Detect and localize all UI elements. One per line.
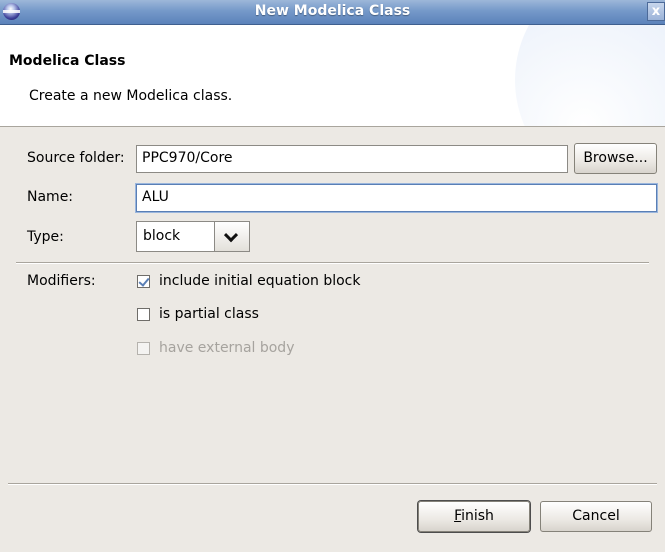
type-select[interactable]: block [136,221,250,252]
is-partial-class-label: is partial class [159,306,259,322]
title-bar[interactable]: New Modelica Class x [0,0,665,25]
source-folder-input[interactable]: PPC970/Core [136,145,568,173]
wizard-banner: Modelica Class Create a new Modelica cla… [0,25,665,127]
separator [16,262,649,264]
include-initial-equation-checkbox[interactable] [137,275,150,288]
finish-button[interactable]: Finish [418,501,530,532]
name-input[interactable]: ALU [136,184,657,212]
new-modelica-class-dialog: New Modelica Class x Modelica Class Crea… [0,0,665,552]
type-select-value: block [143,228,181,244]
browse-button[interactable]: Browse... [574,143,657,174]
cancel-button[interactable]: Cancel [540,501,652,532]
close-button[interactable]: x [647,2,665,21]
banner-decoration [515,25,665,126]
name-label: Name: [27,189,74,205]
banner-description: Create a new Modelica class. [29,88,233,104]
banner-title: Modelica Class [9,53,126,69]
chevron-down-icon[interactable] [214,222,249,251]
modifiers-label: Modifiers: [27,273,96,289]
finish-label: inish [461,508,494,524]
include-initial-equation-label: include initial equation block [159,273,361,289]
type-label: Type: [27,229,64,245]
button-bar-separator [8,483,657,485]
have-external-body-checkbox [137,342,150,355]
source-folder-label: Source folder: [27,150,125,166]
is-partial-class-checkbox[interactable] [137,308,150,321]
have-external-body-label: have external body [159,340,295,356]
window-title: New Modelica Class [254,3,411,19]
